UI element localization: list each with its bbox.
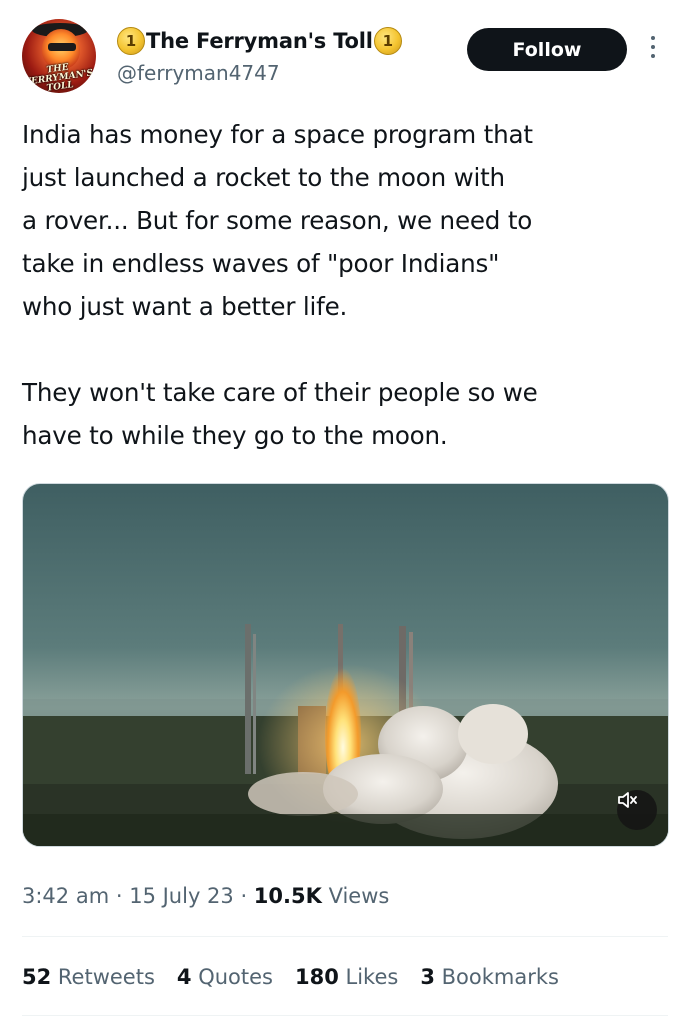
avatar-logo-text: THE FERRYMAN'S TOLL bbox=[24, 62, 94, 93]
bookmarks-label: Bookmarks bbox=[434, 965, 559, 989]
divider bbox=[22, 1015, 668, 1016]
likes-label: Likes bbox=[338, 965, 399, 989]
author-display-name[interactable]: The Ferryman's Toll bbox=[146, 29, 373, 53]
quotes-label: Quotes bbox=[191, 965, 273, 989]
views-label: Views bbox=[321, 884, 390, 908]
separator-dot: · bbox=[233, 884, 254, 908]
author-handle[interactable]: @ferryman4747 bbox=[117, 61, 280, 85]
separator-dot: · bbox=[109, 884, 130, 908]
divider bbox=[22, 936, 668, 937]
retweets-label: Retweets bbox=[51, 965, 155, 989]
likes-stat[interactable]: 180 Likes bbox=[295, 965, 398, 989]
quotes-stat[interactable]: 4 Quotes bbox=[177, 965, 273, 989]
tweet-time[interactable]: 3:42 am bbox=[22, 884, 109, 908]
follow-button[interactable]: Follow bbox=[467, 28, 627, 71]
avatar-sunglasses bbox=[48, 43, 76, 51]
media-video[interactable] bbox=[22, 483, 669, 847]
tweet-meta: 3:42 am · 15 July 23 · 10.5K Views bbox=[22, 884, 389, 908]
rocket-launch-image bbox=[23, 624, 668, 846]
bookmarks-stat[interactable]: 3 Bookmarks bbox=[420, 965, 559, 989]
tweet-text: India has money for a space program that… bbox=[22, 113, 662, 457]
coin-badge-icon: 1 bbox=[117, 27, 145, 55]
tweet-paragraph: They won't take care of their people so … bbox=[22, 378, 538, 450]
more-vertical-icon[interactable] bbox=[648, 36, 658, 64]
bookmarks-count: 3 bbox=[420, 965, 435, 989]
quotes-count: 4 bbox=[176, 965, 192, 989]
retweets-stat[interactable]: 52 Retweets bbox=[22, 965, 155, 989]
avatar[interactable]: THE FERRYMAN'S TOLL bbox=[22, 19, 96, 93]
tweet-paragraph: India has money for a space program that… bbox=[22, 120, 533, 321]
retweets-count: 52 bbox=[22, 965, 52, 989]
volume-mute-icon[interactable] bbox=[617, 790, 657, 830]
views-count: 10.5K bbox=[253, 884, 322, 908]
likes-count: 180 bbox=[295, 965, 339, 989]
engagement-stats: 52 Retweets 4 Quotes 180 Likes 3 Bookmar… bbox=[22, 965, 559, 989]
author-name-row[interactable]: 1 The Ferryman's Toll 1 bbox=[117, 27, 402, 55]
tweet-date[interactable]: 15 July 23 bbox=[129, 884, 234, 908]
coin-badge-icon: 1 bbox=[373, 27, 402, 55]
